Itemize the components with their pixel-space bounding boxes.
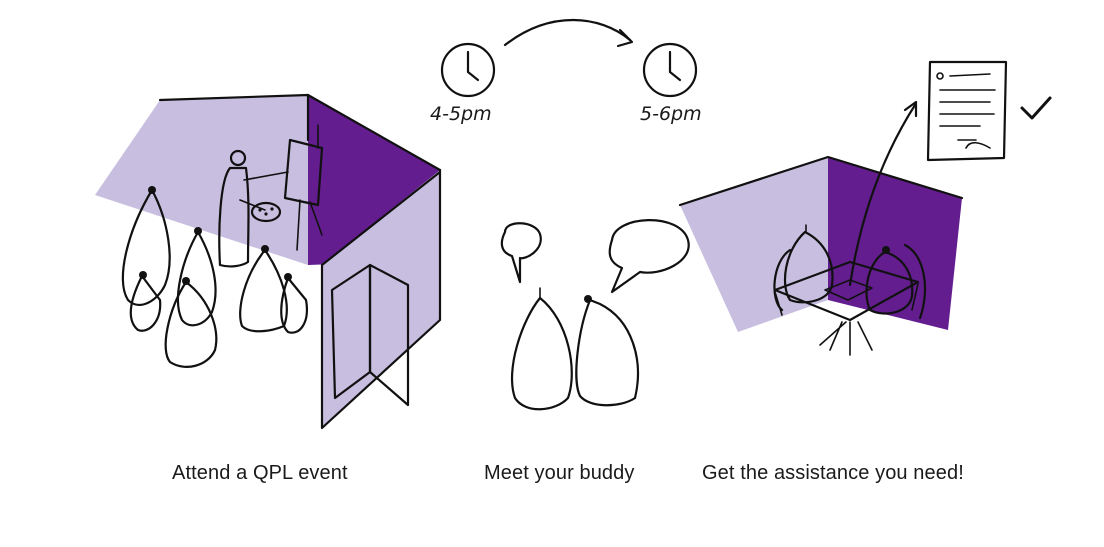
speech-bubble-icon (500, 222, 542, 284)
step-2-caption: Meet your buddy (484, 462, 635, 484)
event-room-illustration (95, 93, 442, 430)
step-1-caption: Attend a QPL event (172, 462, 348, 484)
document-icon (926, 60, 1008, 162)
buddy-illustration: 4-5pm 5-6pm (430, 19, 702, 411)
step-3-caption: Get the assistance you need! (702, 462, 964, 484)
clock-icon (642, 42, 698, 98)
checkmark-icon (1020, 96, 1052, 120)
start-time-label: 4-5pm (430, 103, 492, 125)
speech-bubble-icon (608, 219, 690, 294)
assistance-illustration (678, 60, 1052, 356)
room-wall-left (680, 157, 828, 332)
room-wall-back (828, 157, 962, 330)
end-time-label: 5-6pm (640, 103, 702, 125)
time-arrow (503, 19, 634, 48)
buddy-figures (510, 287, 639, 411)
clock-icon (440, 42, 496, 98)
